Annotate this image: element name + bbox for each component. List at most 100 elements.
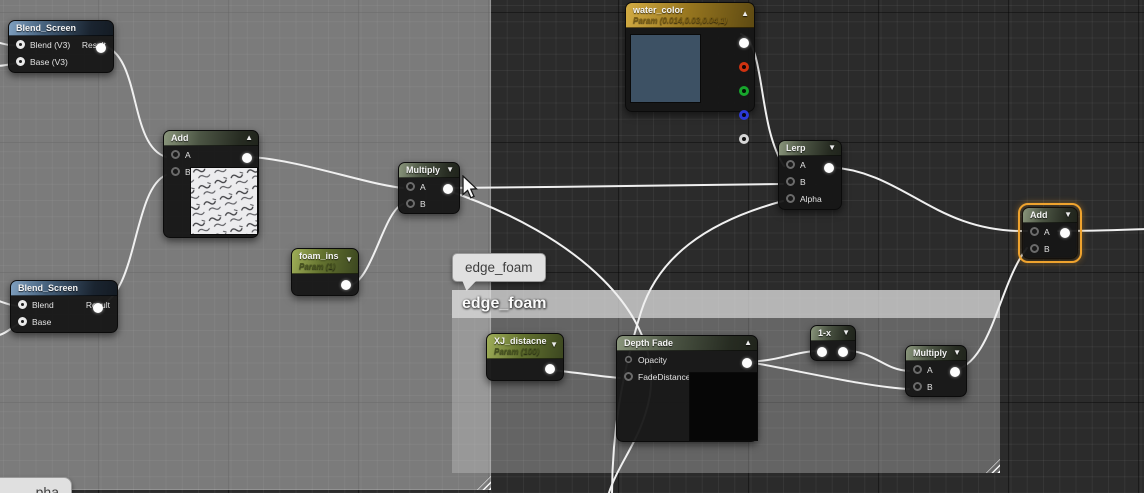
wire[interactable] — [445, 183, 784, 189]
node-header[interactable]: Multiply ▼ — [399, 163, 459, 178]
r-output-pin[interactable] — [739, 62, 749, 72]
pin-label: A — [420, 181, 426, 192]
pin-label: A — [800, 159, 806, 170]
tooltip-text: edge_foam — [465, 260, 533, 275]
expand-arrow-icon[interactable]: ▼ — [345, 255, 353, 264]
node-foam-ins[interactable]: foam_ins Param (1) ▼ — [291, 248, 359, 296]
input-pin[interactable] — [1030, 244, 1039, 253]
pin-label: Blend — [32, 299, 54, 310]
node-blend-screen-top[interactable]: Blend_Screen Blend (V3) Result Base (V3) — [8, 20, 114, 73]
node-header[interactable]: Blend_Screen — [11, 281, 117, 296]
output-pin[interactable] — [443, 184, 453, 194]
node-one-minus-x[interactable]: 1-x ▼ — [810, 325, 856, 361]
input-pin[interactable] — [817, 347, 827, 357]
node-title: Blend_Screen — [18, 283, 79, 293]
node-add-main[interactable]: Add ▲ A B — [163, 130, 259, 238]
pin-label: A — [1044, 226, 1050, 237]
node-header[interactable]: Depth Fade ▲ — [617, 336, 757, 351]
output-pin[interactable] — [950, 367, 960, 377]
node-lerp[interactable]: Lerp ▼ A B Alpha — [778, 140, 842, 210]
a-output-pin[interactable] — [739, 134, 749, 144]
pin-label: B — [1044, 243, 1050, 254]
input-pin[interactable] — [913, 365, 922, 374]
output-pin[interactable] — [96, 43, 106, 53]
material-graph-canvas[interactable]: edge_foam Blend_Screen Blend (V3) Result… — [0, 0, 1144, 493]
node-header[interactable]: water_color Param (0.014,0.03,0.04,1) ▲ — [626, 3, 754, 28]
expand-arrow-icon[interactable]: ▼ — [1064, 210, 1072, 219]
output-pin[interactable] — [93, 303, 103, 313]
node-subtitle: Param (0.014,0.03,0.04,1) — [633, 16, 728, 25]
output-pin[interactable] — [1060, 228, 1070, 238]
color-preview[interactable] — [630, 34, 701, 103]
node-title: Lerp — [786, 143, 806, 153]
node-header[interactable]: foam_ins Param (1) ▼ — [292, 249, 358, 274]
node-header[interactable]: Blend_Screen — [9, 21, 113, 36]
input-pin[interactable] — [18, 317, 27, 326]
pin-label: A — [185, 149, 191, 160]
node-title: Blend_Screen — [16, 23, 77, 33]
node-water-color[interactable]: water_color Param (0.014,0.03,0.04,1) ▲ — [625, 2, 755, 144]
pin-label: B — [927, 381, 933, 392]
tooltip-corner-partial: pha — [0, 477, 72, 493]
expand-arrow-icon[interactable]: ▼ — [953, 348, 961, 357]
tooltip-edge-foam: edge_foam — [452, 253, 546, 291]
input-pin[interactable] — [171, 167, 180, 176]
b-output-pin[interactable] — [739, 110, 749, 120]
output-pin[interactable] — [838, 347, 848, 357]
rgb-output-pin[interactable] — [739, 38, 749, 48]
expand-arrow-icon[interactable]: ▼ — [842, 328, 850, 337]
node-header[interactable]: Multiply ▼ — [906, 346, 966, 361]
node-title: 1-x — [818, 328, 832, 338]
comment-title-bar[interactable]: edge_foam — [452, 290, 1000, 318]
input-pin[interactable] — [406, 182, 415, 191]
expand-arrow-icon[interactable]: ▼ — [446, 165, 454, 174]
node-title: Add — [171, 133, 189, 143]
node-subtitle: Param (100) — [494, 347, 540, 356]
pin-label: Alpha — [800, 193, 822, 204]
output-pin[interactable] — [742, 358, 752, 368]
input-pin[interactable] — [624, 372, 633, 381]
node-header[interactable]: Add ▼ — [1023, 208, 1077, 223]
input-pin[interactable] — [16, 40, 25, 49]
comment-title: edge_foam — [462, 295, 547, 312]
input-pin[interactable] — [786, 177, 795, 186]
node-depth-fade[interactable]: Depth Fade ▲ Opacity FadeDistance — [616, 335, 758, 442]
pin-label: A — [927, 364, 933, 375]
collapse-arrow-icon[interactable]: ▲ — [744, 338, 752, 347]
collapse-arrow-icon[interactable]: ▲ — [245, 133, 253, 142]
node-add-selected[interactable]: Add ▼ A B — [1018, 203, 1082, 263]
output-pin[interactable] — [824, 163, 834, 173]
output-pin[interactable] — [341, 280, 351, 290]
node-header[interactable]: XJ_distacne Param (100) ▼ — [487, 334, 563, 359]
input-pin[interactable] — [171, 150, 180, 159]
node-title: Multiply — [913, 348, 947, 358]
comment-body — [0, 0, 491, 490]
input-pin[interactable] — [624, 355, 633, 364]
node-title: XJ_distacne — [494, 336, 547, 346]
node-multiply-main[interactable]: Multiply ▼ A B — [398, 162, 460, 214]
input-pin[interactable] — [913, 382, 922, 391]
node-header[interactable]: Add ▲ — [164, 131, 258, 146]
node-blend-screen-bottom[interactable]: Blend_Screen Blend Result Base — [10, 280, 118, 333]
wire[interactable] — [829, 166, 1028, 233]
output-pin[interactable] — [545, 364, 555, 374]
input-pin[interactable] — [18, 300, 27, 309]
node-multiply-foam[interactable]: Multiply ▼ A B — [905, 345, 967, 397]
input-pin[interactable] — [786, 194, 795, 203]
output-pin[interactable] — [242, 153, 252, 163]
expand-arrow-icon[interactable]: ▼ — [550, 340, 558, 349]
input-pin[interactable] — [1030, 227, 1039, 236]
node-title: foam_ins — [299, 251, 339, 261]
node-title: water_color — [633, 5, 684, 15]
expand-arrow-icon[interactable]: ▼ — [828, 143, 836, 152]
collapse-arrow-icon[interactable]: ▲ — [741, 9, 749, 18]
g-output-pin[interactable] — [739, 86, 749, 96]
input-pin[interactable] — [406, 199, 415, 208]
input-pin[interactable] — [16, 57, 25, 66]
pin-label: FadeDistance — [638, 371, 691, 382]
pin-label: Base (V3) — [30, 56, 68, 67]
node-header[interactable]: Lerp ▼ — [779, 141, 841, 156]
node-xj-distacne[interactable]: XJ_distacne Param (100) ▼ — [486, 333, 564, 381]
input-pin[interactable] — [786, 160, 795, 169]
node-header[interactable]: 1-x ▼ — [811, 326, 855, 341]
